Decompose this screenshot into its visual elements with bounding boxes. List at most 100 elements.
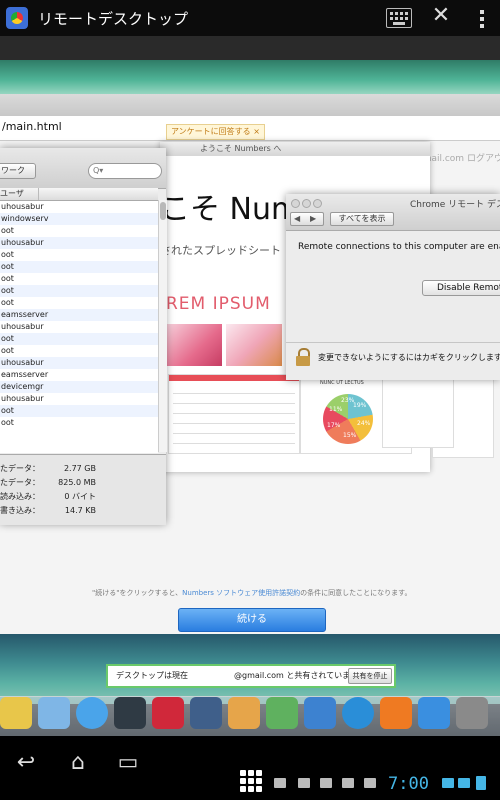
forward-icon[interactable]: ▶ — [310, 213, 316, 225]
photo-booth-icon[interactable] — [152, 697, 184, 729]
itunes-icon[interactable] — [342, 697, 374, 729]
stat-row: 読み込み： 0 バイト — [0, 491, 96, 503]
messages-icon[interactable] — [76, 697, 108, 729]
remote-status-message: Remote connections to this computer are … — [298, 242, 500, 252]
zoom-window-button[interactable] — [313, 199, 322, 208]
process-row[interactable]: windowserv — [0, 213, 158, 225]
notification-icon[interactable] — [320, 778, 332, 788]
app-title-bar: リモートデスクトップ ✕ — [0, 0, 500, 36]
recent-apps-icon[interactable]: ▭ — [108, 750, 148, 775]
keyboard-icon[interactable] — [386, 8, 412, 28]
numbers-window-title: ようこそ Numbers へ — [200, 144, 282, 153]
continue-button[interactable]: 続ける — [178, 608, 326, 632]
lock-instructions: 変更できないようにするにはカギをクリックします。 — [318, 353, 500, 362]
license-link[interactable]: Numbers ソフトウェア使用許諾契約 — [182, 589, 300, 597]
process-row[interactable]: uhousabur — [0, 357, 158, 369]
prefs-nav-buttons[interactable]: ◀ ▶ — [290, 212, 324, 226]
numbers-title-bar: ようこそ Numbers へ — [160, 142, 430, 156]
stat-value: 0 バイト — [64, 492, 96, 501]
process-list-scrollbar[interactable] — [158, 200, 167, 452]
iphoto-icon[interactable] — [190, 697, 222, 729]
process-row[interactable]: oot — [0, 417, 158, 429]
wifi-icon — [442, 778, 454, 788]
numbers-icon[interactable] — [266, 697, 298, 729]
pie-label: 23% — [341, 397, 355, 404]
facetime-icon[interactable] — [114, 697, 146, 729]
remote-desktop-view[interactable]: /main.html @gmail.com ログアウト | アンケートに回答する… — [0, 36, 500, 736]
system-preferences-icon[interactable] — [456, 697, 488, 729]
template-photo — [166, 324, 222, 366]
pages-icon[interactable] — [228, 697, 260, 729]
process-row[interactable]: oot — [0, 225, 158, 237]
stat-label: たデータ： — [0, 464, 40, 473]
process-row[interactable]: oot — [0, 285, 158, 297]
pie-chart: 19% 24% 15% 17% 11% 23% — [323, 394, 373, 444]
app-grid-icon[interactable] — [240, 770, 262, 792]
stat-row: たデータ： 2.77 GB — [0, 463, 96, 475]
mail-icon[interactable] — [364, 778, 376, 788]
template-heading: REM IPSUM — [166, 294, 271, 314]
sharing-email-text: @gmail.com と共有されています。 — [234, 671, 366, 680]
stop-sharing-button[interactable]: 共有を停止 — [348, 668, 392, 684]
close-icon[interactable]: ✕ — [430, 4, 452, 28]
url-text: /main.html — [2, 120, 62, 133]
pie-label: 24% — [357, 420, 371, 427]
ibooks-icon[interactable] — [380, 697, 412, 729]
column-header-user[interactable]: ユーザ — [0, 188, 158, 201]
process-row[interactable]: oot — [0, 333, 158, 345]
home-icon[interactable]: ⌂ — [58, 750, 98, 775]
pie-label: 11% — [329, 406, 343, 413]
pie-label: 15% — [343, 432, 357, 439]
process-row[interactable]: uhousabur — [0, 321, 158, 333]
template-table — [168, 374, 300, 454]
pie-label: 17% — [327, 422, 341, 429]
menu-dots-icon[interactable] — [478, 10, 486, 28]
stat-row: 書き込み： 14.7 KB — [0, 505, 96, 517]
stat-value: 825.0 MB — [58, 478, 96, 487]
process-search-input[interactable]: Q▾ — [88, 163, 162, 179]
stat-label: 書き込み： — [0, 506, 40, 515]
process-row[interactable]: oot — [0, 345, 158, 357]
process-row[interactable]: oot — [0, 273, 158, 285]
process-row[interactable]: uhousabur — [0, 393, 158, 405]
process-row[interactable]: oot — [0, 405, 158, 417]
process-row[interactable]: oot — [0, 249, 158, 261]
notification-icon[interactable] — [298, 778, 310, 788]
stickies-icon[interactable] — [0, 697, 32, 729]
process-row[interactable]: uhousabur — [0, 237, 158, 249]
process-row[interactable]: devicemgr — [0, 381, 158, 393]
notification-icon[interactable] — [274, 778, 286, 788]
process-row[interactable]: oot — [0, 297, 158, 309]
prefs-window-title: Chrome リモート デスク — [410, 200, 500, 210]
welcome-heading: こそ Num — [160, 192, 301, 227]
browser-toolbar — [0, 94, 500, 116]
lock-icon[interactable] — [296, 348, 310, 366]
stat-label: 読み込み： — [0, 492, 40, 501]
welcome-subtitle: されたスプレッドシート — [160, 244, 281, 257]
sharing-text: デスクトップは現在 — [116, 671, 188, 680]
survey-hint[interactable]: アンケートに回答する × — [166, 124, 265, 140]
tab-network[interactable]: ワーク — [0, 163, 36, 179]
minimize-window-button[interactable] — [302, 199, 311, 208]
process-row[interactable]: eamsserver — [0, 309, 158, 321]
app-title: リモートデスクトップ — [38, 10, 189, 28]
mail-icon[interactable] — [342, 778, 354, 788]
show-all-button[interactable]: すべてを表示 — [330, 212, 394, 226]
keynote-icon[interactable] — [304, 697, 336, 729]
activity-toolbar: ワーク Q▾ — [0, 148, 166, 189]
process-row[interactable]: uhousabur — [0, 201, 158, 213]
search-icon: Q▾ — [93, 166, 104, 175]
pie-label: 19% — [353, 402, 367, 409]
disable-remote-button[interactable]: Disable Remote — [422, 280, 500, 296]
template-photo — [226, 324, 282, 366]
battery-icon — [476, 776, 486, 790]
back-icon[interactable]: ↩ — [6, 750, 46, 775]
app-store-icon[interactable] — [418, 697, 450, 729]
prefs-toolbar: Chrome リモート デスク ◀ ▶ すべてを表示 — [286, 194, 500, 231]
close-window-button[interactable] — [291, 199, 300, 208]
back-icon[interactable]: ◀ — [294, 213, 300, 225]
preview-icon[interactable] — [38, 697, 70, 729]
process-list[interactable]: uhousabur windowserv oot uhousabur oot oot oot… — [0, 201, 158, 453]
process-row[interactable]: eamsserver — [0, 369, 158, 381]
process-row[interactable]: oot — [0, 261, 158, 273]
